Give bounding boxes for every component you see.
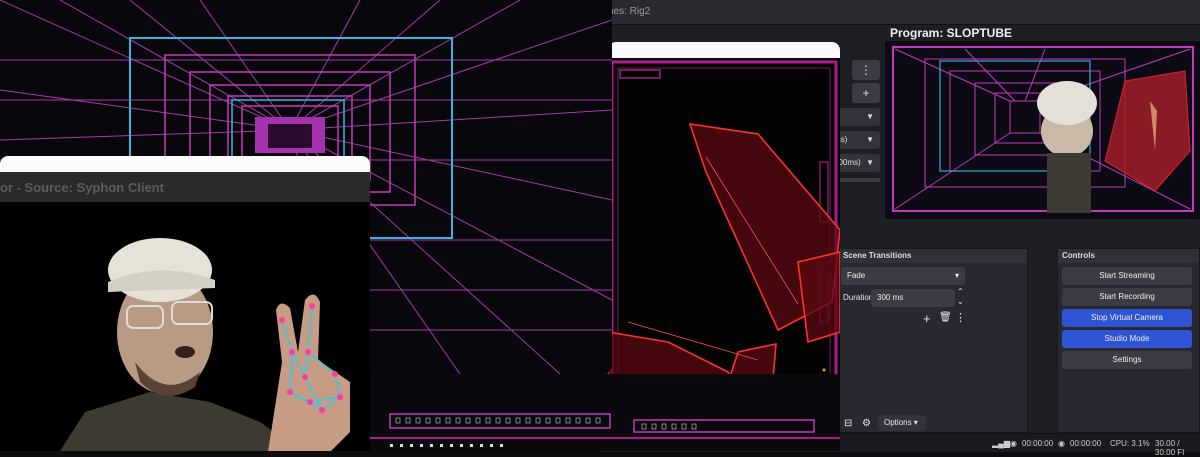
trash-icon[interactable]: 🗑 (939, 312, 952, 323)
chevron-down-icon: ▼ (866, 135, 874, 144)
window-chrome-top (0, 156, 370, 172)
chevron-down-icon: ▼ (866, 158, 874, 167)
signal-icon: ▂▄▆ (992, 439, 1010, 448)
filter-icon[interactable]: ⊟ (844, 418, 852, 429)
tunnel-bottom-strip (370, 374, 840, 451)
stream-time: 00:00:00 (1022, 439, 1054, 448)
studio-mode-button[interactable]: Studio Mode (1062, 330, 1192, 348)
stop-virtual-camera-button[interactable]: Stop Virtual Camera (1062, 309, 1192, 327)
cpu-usage: CPU: 3.1% (1110, 439, 1150, 448)
dropdown-1[interactable]: ▼ (838, 108, 880, 126)
add-source-button[interactable]: + (852, 83, 880, 103)
camera-feed (0, 202, 370, 451)
fps-readout: 30.00 / 30.00 FI (1155, 439, 1185, 457)
bottom-strip-graphic (370, 413, 840, 447)
settings-button[interactable]: Settings (1062, 351, 1192, 369)
stream-icon: ◉ (1010, 439, 1017, 448)
obs-window-title: nes: Rig2 (608, 6, 651, 17)
controls-header: Controls (1058, 249, 1199, 263)
controls-dock: Controls Start Streaming Start Recording… (1057, 248, 1200, 433)
duration-value: 300 ms (877, 293, 904, 302)
scene-transitions-dock: Scene Transitions Fade ▾ Duration 300 ms… (838, 248, 1028, 433)
syphon-titlebar: or - Source: Syphon Client (0, 172, 370, 202)
spin-up-icon[interactable]: ⌃ (957, 287, 964, 296)
options-label: Options (884, 418, 912, 427)
add-transition-icon[interactable]: + (923, 311, 931, 326)
start-recording-button[interactable]: Start Recording (1062, 288, 1192, 306)
options-button[interactable]: Options ▾ (878, 415, 926, 431)
scene-menu-button[interactable]: ⋮ (852, 60, 880, 80)
program-preview (885, 41, 1200, 219)
scene-transitions-header: Scene Transitions (839, 249, 1027, 263)
spin-down-icon[interactable]: ⌄ (957, 297, 964, 306)
program-label: Program: SLOPTUBE (890, 26, 1013, 40)
program-preview-graphic (885, 41, 1200, 219)
chevron-down-icon: ▼ (866, 112, 874, 121)
start-streaming-button[interactable]: Start Streaming (1062, 267, 1192, 285)
duration-input[interactable]: 300 ms (871, 289, 955, 307)
chevron-down-icon: ▾ (954, 271, 959, 280)
obs-titlebar: nes: Rig2 (600, 0, 1200, 25)
record-icon: ◉ (1058, 439, 1065, 448)
more-icon[interactable]: ⋮ (955, 311, 966, 324)
syphon-window-title: or - Source: Syphon Client (0, 180, 164, 195)
transition-select-value: Fade (847, 271, 866, 280)
transition-select[interactable]: Fade ▾ (841, 267, 965, 285)
record-time: 00:00:00 (1070, 439, 1102, 448)
gear-icon[interactable]: ⚙ (862, 418, 871, 429)
duration-label: Duration (843, 293, 874, 302)
syphon-source-window: or - Source: Syphon Client (0, 156, 370, 451)
